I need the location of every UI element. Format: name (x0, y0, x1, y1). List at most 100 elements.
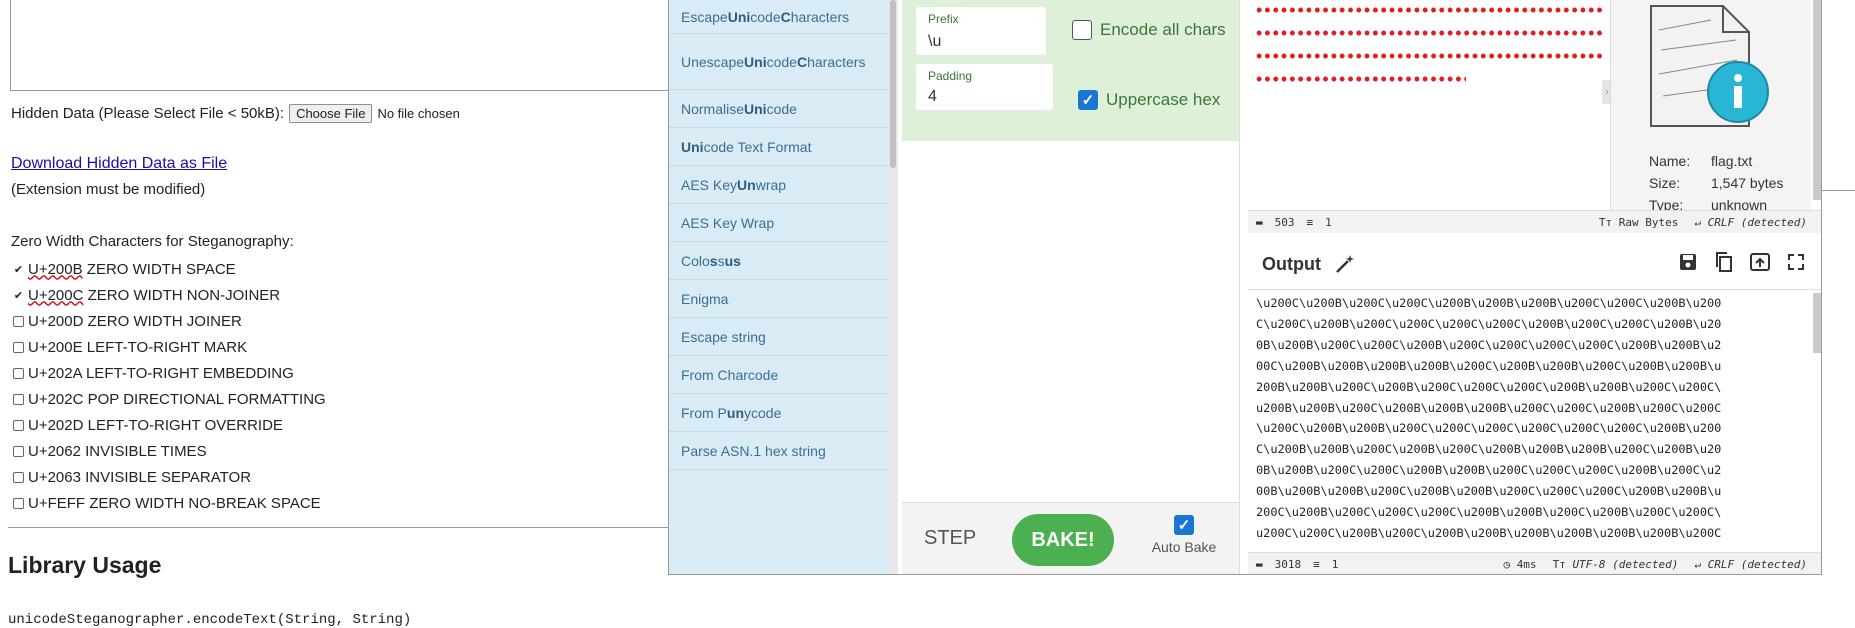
output-eol-button[interactable]: ↵ CRLF (detected) (1694, 558, 1807, 571)
prefix-label: Prefix (928, 12, 959, 26)
output-line: C\u200C\u200B\u200C\u200C\u200C\u200C\u2… (1256, 316, 1722, 331)
padding-value[interactable]: 4 (928, 88, 937, 106)
text-format-icon: Tт (1598, 215, 1619, 229)
zero-width-item[interactable]: ✔ U+200C ZERO WIDTH NON-JOINER (13, 282, 326, 308)
file-info-icon (1641, 0, 1771, 130)
input-area[interactable]: ••••••••••••••••••••••••••••••••••••••••… (1248, 0, 1602, 210)
encode-all-chars-label: Encode all chars (1100, 20, 1226, 39)
input-length: 503 (1274, 215, 1295, 229)
bake-bar: STEP BAKE! ✓ Auto Bake (902, 502, 1239, 574)
bake-button[interactable]: BAKE! (1012, 514, 1114, 566)
lines-icon: ≡ (1313, 557, 1320, 571)
checkmark-icon[interactable]: ✔ (13, 290, 24, 302)
output-line: 0B\u200B\u200C\u200C\u200B\u200C\u200C\u… (1256, 337, 1722, 352)
checkbox-icon[interactable] (13, 341, 24, 353)
zero-width-item[interactable]: U+200E LEFT-TO-RIGHT MARK (13, 334, 326, 360)
zero-width-item-label: U+FEFF ZERO WIDTH NO-BREAK SPACE (28, 494, 321, 512)
operation-item[interactable]: Normalise Uni code (669, 90, 888, 128)
output-lines: 1 (1331, 557, 1339, 571)
uppercase-hex-checkbox[interactable]: ✓ Uppercase hex (1078, 90, 1220, 110)
zero-width-item-label: U+2063 INVISIBLE SEPARATOR (28, 468, 252, 486)
operation-item[interactable]: AES Key Un wrap (669, 166, 888, 204)
operation-item[interactable]: Escape string (669, 318, 888, 356)
padding-field[interactable]: Padding 4 (916, 64, 1053, 110)
divider (1818, 190, 1855, 191)
checkmark-icon[interactable]: ✔ (13, 264, 24, 276)
output-text[interactable]: \u200C\u200B\u200C\u200C\u200B\u200B\u20… (1256, 293, 1808, 553)
steg-textarea[interactable] (10, 0, 672, 91)
checkbox-icon[interactable] (13, 419, 24, 431)
operation-item[interactable]: From Charcode (669, 356, 888, 394)
download-hidden-data-link[interactable]: Download Hidden Data as File (11, 155, 227, 173)
lines-icon: ≡ (1306, 215, 1314, 229)
output-line: u200B\u200B\u200C\u200B\u200B\u200B\u200… (1256, 400, 1722, 415)
zero-width-item[interactable]: U+202C POP DIRECTIONAL FORMATTING (13, 386, 326, 412)
zero-width-item[interactable]: ✔ U+200B ZERO WIDTH SPACE (13, 256, 326, 282)
zero-width-item-label: U+200B ZERO WIDTH SPACE (28, 260, 236, 278)
padding-label: Padding (928, 69, 973, 83)
input-scrollbar[interactable] (1813, 0, 1821, 200)
zero-width-item-label: U+202C POP DIRECTIONAL FORMATTING (28, 390, 326, 408)
replace-input-icon[interactable] (1749, 251, 1771, 273)
checkmark-icon[interactable]: ✓ (1174, 515, 1194, 535)
auto-bake-label: Auto Bake (1151, 539, 1217, 555)
checkmark-icon[interactable]: ✓ (1078, 90, 1098, 110)
checkbox-icon[interactable] (1072, 20, 1092, 40)
zero-width-item[interactable]: U+200D ZERO WIDTH JOINER (13, 308, 326, 334)
file-details-pane: Name: flag.txt Size: 1,547 bytes Type: unkn… (1610, 0, 1811, 213)
zero-width-item[interactable]: U+2062 INVISIBLE TIMES (13, 438, 326, 464)
operation-item[interactable]: Colo s s us (669, 242, 888, 280)
output-scrollbar[interactable] (1813, 293, 1821, 353)
zero-width-item-label: U+202A LEFT-TO-RIGHT EMBEDDING (28, 364, 294, 382)
operation-item[interactable]: From Pun ycode (669, 394, 888, 432)
output-length: 3018 (1274, 557, 1302, 571)
copy-icon[interactable] (1713, 251, 1735, 273)
input-status-bar: ▬ 503 ≡ 1 Tт Raw Bytes ↵ CRLF (detected) (1248, 210, 1821, 233)
checkbox-icon[interactable] (13, 445, 24, 457)
output-line: 200C\u200B\u200C\u200C\u200C\u200B\u200B… (1256, 505, 1722, 520)
operations-scrollbar[interactable] (888, 0, 898, 574)
zero-width-item[interactable]: U+202A LEFT-TO-RIGHT EMBEDDING (13, 360, 326, 386)
zero-width-item-label: U+200E LEFT-TO-RIGHT MARK (28, 338, 248, 356)
length-icon: ▬ (1256, 215, 1263, 229)
zero-width-item[interactable]: U+FEFF ZERO WIDTH NO-BREAK SPACE (13, 490, 326, 516)
checkbox-icon[interactable] (13, 497, 24, 509)
output-line: 00C\u200B\u200B\u200B\u200B\u200C\u200B\… (1256, 358, 1722, 373)
checkbox-icon[interactable] (13, 367, 24, 379)
file-name: flag.txt (1711, 153, 1753, 169)
maximize-icon[interactable] (1785, 251, 1807, 273)
save-icon[interactable] (1677, 251, 1699, 273)
prefix-field[interactable]: Prefix \u (916, 7, 1046, 55)
code-line: unicodeSteganographer.encodeText(String,… (8, 612, 412, 628)
magic-wand-icon[interactable] (1334, 253, 1356, 280)
operation-item[interactable]: Escape Uni code Characters (669, 0, 888, 34)
zero-width-item[interactable]: U+202D LEFT-TO-RIGHT OVERRIDE (13, 412, 326, 438)
step-button[interactable]: STEP (924, 527, 976, 550)
operation-item[interactable]: Enigma (669, 280, 888, 318)
eol-button[interactable]: ↵ CRLF (detected) (1694, 216, 1807, 229)
output-header: Output (1248, 237, 1821, 290)
checkbox-icon[interactable] (13, 393, 24, 405)
hidden-data-row: Hidden Data (Please Select File < 50kB):… (11, 104, 460, 123)
operation-item[interactable]: AES Key Wrap (669, 204, 888, 242)
zero-width-item-label: U+202D LEFT-TO-RIGHT OVERRIDE (28, 416, 283, 434)
output-encoding-button[interactable]: Tт UTF-8 (detected) (1553, 558, 1679, 571)
operation-item[interactable]: Parse ASN.1 hex string (669, 432, 888, 470)
return-icon: ↵ (1694, 557, 1708, 571)
output-line: 200B\u200B\u200C\u200B\u200C\u200C\u200C… (1256, 379, 1722, 394)
checkbox-icon[interactable] (13, 471, 24, 483)
output-status-bar: ▬ 3018 ≡ 1 ◷ 4ms Tт UTF-8 (detected) ↵ CRL… (1248, 552, 1821, 574)
auto-bake-checkbox[interactable]: ✓ Auto Bake (1149, 515, 1219, 555)
file-size: 1,547 bytes (1711, 175, 1784, 191)
operation-item[interactable]: Unescape Uni code Characters (669, 34, 888, 90)
choose-file-button[interactable]: Choose File (289, 104, 373, 123)
operations-list: Escape Uni code Characters Unescape Uni cod… (669, 0, 888, 574)
encode-all-chars-checkbox[interactable]: Encode all chars (1072, 20, 1226, 40)
raw-bytes-button[interactable]: Tт Raw Bytes (1599, 216, 1678, 229)
extension-note: (Extension must be modified) (11, 181, 206, 198)
zero-width-item[interactable]: U+2063 INVISIBLE SEPARATOR (13, 464, 326, 490)
operation-item[interactable]: Uni code Text Format (669, 128, 888, 166)
checkbox-icon[interactable] (13, 315, 24, 327)
prefix-value[interactable]: \u (928, 33, 941, 51)
output-line: \u200C\u200B\u200B\u200C\u200C\u200C\u20… (1256, 421, 1722, 436)
